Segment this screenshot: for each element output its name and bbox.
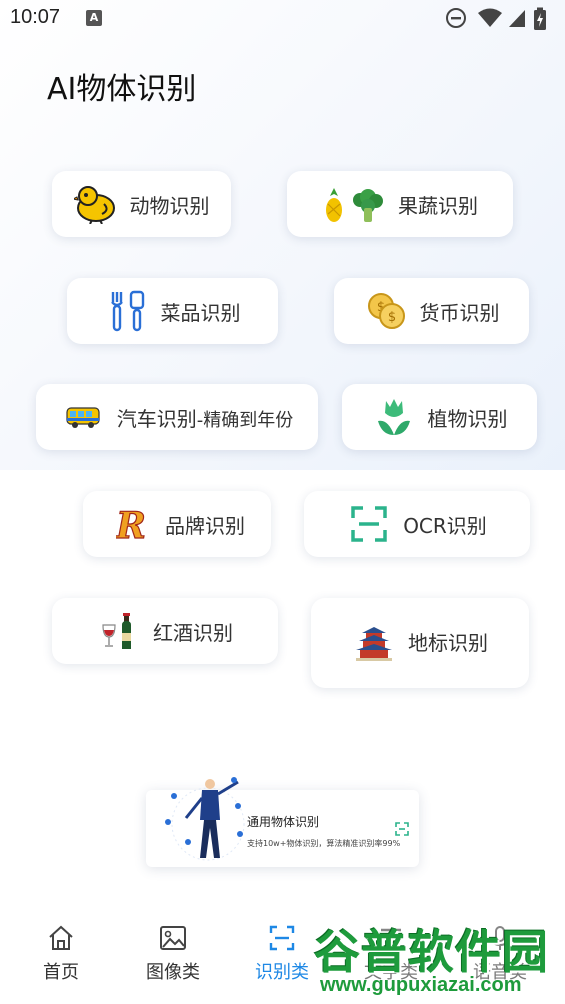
dish-recognition-card[interactable]: 菜品识别 [67,278,278,344]
do-not-disturb-icon [446,8,466,28]
plant-recognition-card[interactable]: 植物识别 [342,384,537,450]
bus-icon [61,395,105,439]
coins-icon: $ $ [364,289,408,333]
scan-frame-icon [347,502,391,546]
signal-icon [509,10,525,27]
dish-recognition-label: 菜品识别 [160,300,241,325]
page-title: AI物体识别 [47,72,197,107]
car-recognition-card[interactable]: 汽车识别-精确到年份 [36,384,318,450]
currency-recognition-card[interactable]: $ $ 货币识别 [334,278,529,344]
svg-text:R: R [116,505,146,544]
animal-recognition-label: 动物识别 [129,193,210,218]
ocr-recognition-label: OCR识别 [403,513,487,538]
scan-frame-nav-icon [269,925,295,951]
car-recognition-sub: -精确到年份 [196,409,294,431]
battery-icon [534,7,546,30]
brand-r-icon: R [109,502,153,546]
brand-recognition-label: 品牌识别 [165,513,245,538]
fruit-vegetable-recognition-label: 果蔬识别 [398,193,478,218]
temple-icon [352,621,396,665]
svg-text:$: $ [387,310,395,325]
fruit-vegetable-recognition-card[interactable]: 果蔬识别 [287,171,513,237]
car-recognition-main: 汽车识别 [116,406,197,431]
car-recognition-label: 汽车识别-精确到年份 [117,403,294,432]
home-icon [49,925,73,950]
chick-icon [73,182,118,226]
wifi-icon [478,8,502,27]
wine-icon [97,609,141,653]
brand-recognition-card[interactable]: R 品牌识别 [83,491,271,557]
keyboard-a-icon: A [86,10,102,26]
wine-recognition-card[interactable]: 红酒识别 [52,598,278,664]
nav-home-label: 首页 [43,962,79,983]
plant-recognition-label: 植物识别 [427,406,508,431]
watermark-title: 谷普软件园 [314,925,549,979]
watermark-url: www.gupuxiazai.com [320,974,522,996]
animal-recognition-card[interactable]: 动物识别 [52,171,231,237]
status-time: 10:07 [10,6,61,28]
pineapple-broccoli-icon [322,182,386,226]
nav-image[interactable]: 图像类 [128,924,218,984]
site-watermark: 谷普软件园 www.gupuxiazai.com [310,914,565,1002]
utensils-icon [105,289,149,333]
nav-home[interactable]: 首页 [16,924,106,984]
landmark-recognition-label: 地标识别 [408,631,488,655]
banner-title: 通用物体识别 [247,815,320,829]
status-bar: 10:07 A [0,0,565,38]
tulip-icon [372,395,416,439]
general-object-recognition-banner[interactable]: 通用物体识别 支持10w+物体识别，算法精准识别率99% [146,777,419,867]
ocr-recognition-card[interactable]: OCR识别 [304,491,530,557]
business-person-illustration [158,776,248,870]
nav-image-label: 图像类 [146,962,200,983]
scan-icon [395,821,409,840]
banner-description: 支持10w+物体识别，算法精准识别率99% [247,839,401,848]
status-icons [445,7,555,31]
currency-recognition-label: 货币识别 [419,300,500,325]
landmark-recognition-card[interactable]: 地标识别 [311,598,529,688]
wine-recognition-label: 红酒识别 [153,620,233,645]
image-icon [160,926,186,950]
